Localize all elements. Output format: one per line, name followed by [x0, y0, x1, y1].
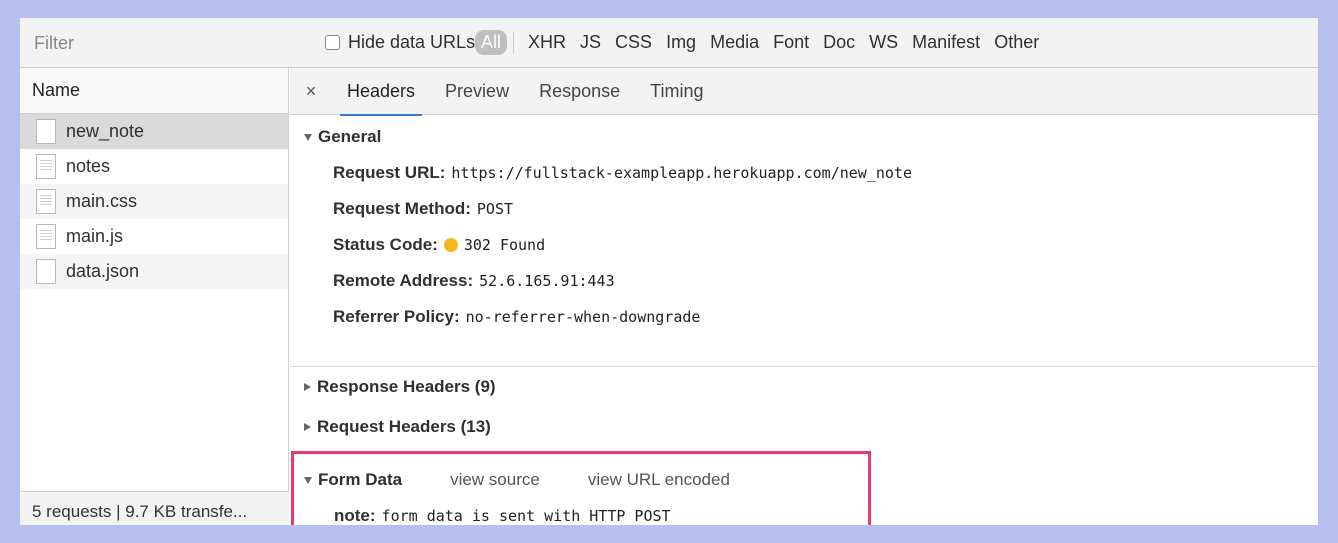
filter-font[interactable]: Font	[766, 30, 816, 55]
tab-response[interactable]: Response	[524, 68, 635, 115]
filter-ws[interactable]: WS	[862, 30, 905, 55]
request-name: data.json	[66, 261, 140, 281]
filter-divider	[513, 31, 515, 54]
request-row-new-note[interactable]: new_note	[20, 114, 288, 149]
request-headers-title: Request Headers (13)	[317, 417, 491, 436]
status-dot-icon	[443, 238, 458, 252]
tab-preview[interactable]: Preview	[430, 68, 524, 115]
close-icon[interactable]: ×	[290, 81, 332, 102]
tab-timing[interactable]: Timing	[635, 68, 718, 115]
request-summary: 5 requests | 9.7 KB transfe...	[20, 491, 289, 525]
request-list: Name new_note notes main.css main.js dat…	[20, 68, 289, 525]
tab-headers[interactable]: Headers	[332, 68, 430, 116]
request-url-label: Request URL:	[333, 163, 446, 182]
document-icon	[36, 119, 56, 144]
filter-input[interactable]	[20, 24, 288, 62]
request-row-main-css[interactable]: main.css	[20, 184, 288, 219]
form-data-row: note: form data is sent with HTTP POST	[294, 490, 868, 525]
request-name: new_note	[66, 121, 145, 141]
referrer-policy-label: Referrer Policy:	[333, 307, 460, 326]
details-tabbar: × Headers Preview Response Timing	[290, 68, 1318, 116]
remote-address-value: 52.6.165.91:443	[479, 272, 615, 290]
triangle-right-icon	[304, 383, 311, 391]
form-data-key: note:	[334, 506, 376, 525]
status-code-row: Status Code: 302 Found	[290, 227, 1318, 263]
status-code-label: Status Code:	[333, 235, 438, 254]
hide-data-urls-toggle[interactable]: Hide data URLs	[325, 32, 475, 53]
view-url-encoded-link[interactable]: view URL encoded	[588, 470, 730, 490]
request-details: × Headers Preview Response Timing Genera…	[290, 68, 1318, 525]
filter-css[interactable]: CSS	[608, 30, 659, 55]
devtools-network-panel: Hide data URLs All XHR JS CSS Img Media …	[20, 18, 1318, 525]
filter-js[interactable]: JS	[573, 30, 608, 55]
triangle-down-icon[interactable]	[304, 476, 312, 484]
request-row-notes[interactable]: notes	[20, 149, 288, 184]
request-name: notes	[66, 156, 111, 176]
filter-bar: Hide data URLs All XHR JS CSS Img Media …	[20, 18, 1318, 68]
filter-manifest[interactable]: Manifest	[905, 30, 987, 55]
filter-doc[interactable]: Doc	[816, 30, 862, 55]
hide-data-urls-label: Hide data URLs	[348, 32, 476, 52]
remote-address-label: Remote Address:	[333, 271, 474, 290]
resource-type-filters: All XHR JS CSS Img Media Font Doc WS Man…	[475, 30, 1046, 55]
request-method-row: Request Method: POST	[290, 191, 1318, 227]
form-data-value: form data is sent with HTTP POST	[381, 507, 671, 525]
form-data-title[interactable]: Form Data	[318, 470, 402, 490]
file-icon	[36, 224, 56, 249]
view-source-link[interactable]: view source	[450, 470, 540, 490]
request-row-data-json[interactable]: data.json	[20, 254, 288, 289]
filter-all[interactable]: All	[475, 30, 508, 55]
document-icon	[36, 259, 56, 284]
form-data-highlight: Form Data view source view URL encoded n…	[291, 451, 871, 525]
response-headers-toggle[interactable]: Response Headers (9)	[290, 367, 1318, 407]
remote-address-row: Remote Address: 52.6.165.91:443	[290, 263, 1318, 299]
filter-img[interactable]: Img	[659, 30, 703, 55]
response-headers-title: Response Headers (9)	[317, 377, 496, 396]
name-column-header[interactable]: Name	[20, 68, 288, 114]
general-section-toggle[interactable]: General	[290, 127, 1318, 147]
triangle-down-icon	[304, 133, 312, 141]
request-row-main-js[interactable]: main.js	[20, 219, 288, 254]
request-name: main.css	[66, 191, 138, 211]
request-url-row: Request URL: https://fullstack-exampleap…	[290, 155, 1318, 191]
request-headers-toggle[interactable]: Request Headers (13)	[290, 407, 1318, 447]
triangle-right-icon	[304, 423, 311, 431]
filter-xhr[interactable]: XHR	[521, 30, 573, 55]
request-method-value: POST	[476, 200, 514, 218]
filter-media[interactable]: Media	[703, 30, 766, 55]
headers-content: General Request URL: https://fullstack-e…	[290, 115, 1318, 447]
filter-other[interactable]: Other	[987, 30, 1046, 55]
file-icon	[36, 154, 56, 179]
referrer-policy-row: Referrer Policy: no-referrer-when-downgr…	[290, 299, 1318, 335]
file-icon	[36, 189, 56, 214]
referrer-policy-value: no-referrer-when-downgrade	[465, 308, 701, 326]
hide-data-urls-checkbox[interactable]	[325, 35, 340, 50]
general-section: General Request URL: https://fullstack-e…	[290, 127, 1318, 367]
status-code-value: 302 Found	[463, 236, 546, 254]
request-method-label: Request Method:	[333, 199, 471, 218]
request-url-value: https://fullstack-exampleapp.herokuapp.c…	[451, 164, 912, 182]
general-title: General	[318, 127, 382, 146]
form-data-header: Form Data view source view URL encoded	[294, 454, 868, 490]
request-name: main.js	[66, 226, 124, 246]
